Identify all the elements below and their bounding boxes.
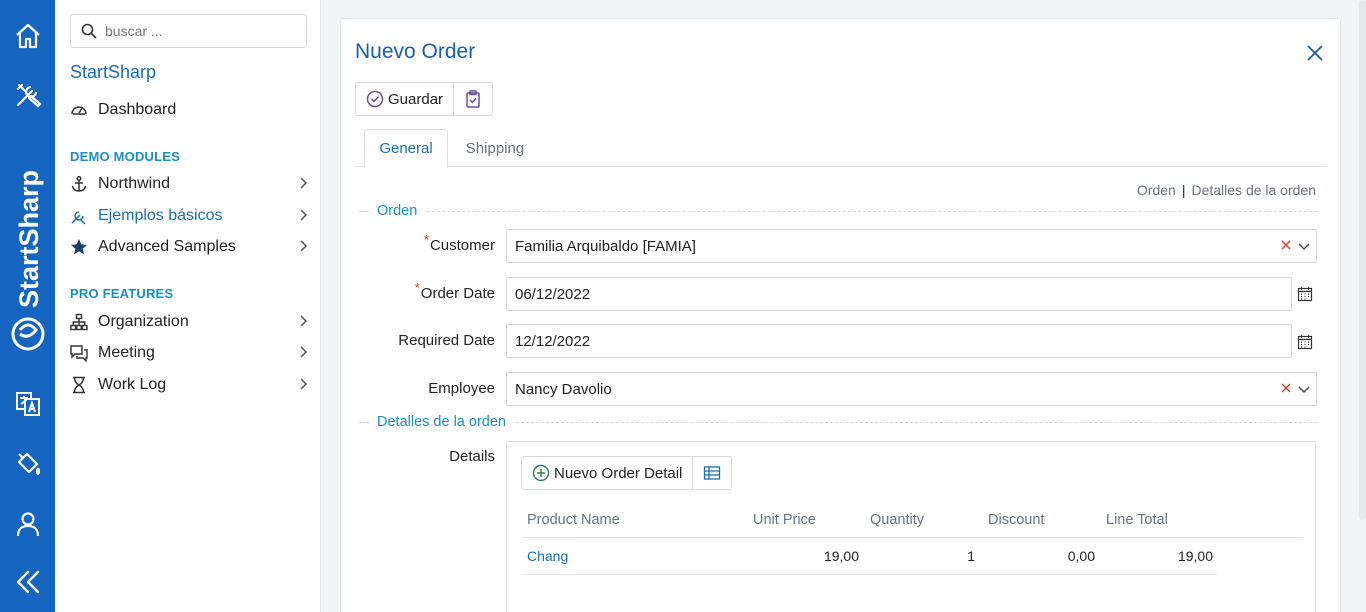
required-date-input[interactable]: 12/12/2022 (506, 324, 1292, 358)
col-product-name[interactable]: Product Name (527, 512, 620, 528)
calendar-icon[interactable] (1297, 334, 1313, 350)
paint-bucket-icon[interactable] (0, 443, 55, 483)
col-line-total[interactable]: Line Total (1106, 512, 1168, 528)
wrench-icon (70, 205, 92, 227)
sidebar-item-work-log[interactable]: Work Log (70, 372, 310, 398)
sidebar-item-label: Work Log (98, 376, 167, 393)
grid-header: Product Name Unit Price Quantity Discoun… (523, 510, 1303, 538)
sidebar-item-advanced-samples[interactable]: Advanced Samples (70, 234, 310, 260)
search-input[interactable] (105, 23, 295, 39)
tools-icon[interactable] (0, 75, 55, 115)
fieldset-title: Detalles de la orden (377, 414, 506, 430)
col-unit-price[interactable]: Unit Price (753, 512, 816, 528)
table-icon (704, 466, 721, 480)
chevron-right-icon (300, 315, 308, 327)
table-row[interactable]: Chang 19,00 1 0,00 19,00 (523, 539, 1217, 575)
order-date-label: *Order Date (414, 280, 495, 302)
add-order-detail-button[interactable]: Nuevo Order Detail (522, 457, 692, 489)
sidebar-item-dashboard[interactable]: Dashboard (70, 97, 310, 123)
sidebar-item-northwind[interactable]: Northwind (70, 171, 310, 197)
anchor-icon (70, 173, 92, 195)
employee-select[interactable]: Nancy Davolio (506, 372, 1317, 406)
star-icon (70, 236, 92, 258)
clear-icon[interactable] (1280, 382, 1292, 394)
section-links: Orden | Detalles de la orden (1136, 182, 1316, 198)
user-icon[interactable] (0, 504, 55, 544)
chevron-right-icon (300, 346, 308, 358)
sidebar-item-organization[interactable]: Organization (70, 309, 310, 335)
chevron-down-icon[interactable] (1298, 384, 1310, 394)
collapse-icon[interactable] (0, 562, 55, 602)
svg-text:StartSharp: StartSharp (14, 170, 44, 308)
sidebar: StartSharp Dashboard DEMO MODULES Northw… (55, 0, 321, 612)
details-label: Details (449, 448, 495, 465)
add-order-detail-label: Nuevo Order Detail (554, 464, 683, 482)
chevron-right-icon (300, 240, 308, 252)
cell-unit-price: 19,00 (823, 548, 859, 564)
cell-quantity: 1 (967, 548, 975, 564)
col-quantity[interactable]: Quantity (870, 512, 924, 528)
fieldset-orden: Orden (359, 203, 1317, 219)
customer-label: *Customer (423, 232, 495, 254)
cell-discount: 0,00 (1067, 548, 1095, 564)
clipboard-check-icon (466, 90, 480, 108)
search-icon (81, 23, 97, 39)
fieldset-title: Orden (377, 203, 418, 219)
column-picker-button[interactable] (693, 457, 731, 489)
dialog-toolbar: Guardar (355, 82, 494, 116)
close-icon[interactable] (1305, 43, 1325, 63)
chevron-down-icon[interactable] (1298, 241, 1310, 251)
sidebar-item-label: Dashboard (98, 101, 177, 118)
section-pro-features: PRO FEATURES (70, 286, 174, 301)
link-orden[interactable]: Orden (1137, 182, 1176, 198)
icon-rail: StartSharp (0, 0, 55, 612)
search-box[interactable] (70, 14, 307, 48)
sidebar-item-label: Northwind (98, 175, 171, 192)
link-detalles[interactable]: Detalles de la orden (1191, 182, 1316, 198)
sidebar-item-label: Ejemplos básicos (98, 207, 223, 224)
order-dialog: Nuevo Order Guardar General Shipping Ord… (340, 18, 1341, 612)
details-grid: Nuevo Order Detail Product Name Unit Pri… (506, 441, 1316, 612)
sidebar-item-basic-samples[interactable]: Ejemplos básicos (70, 203, 310, 229)
sidebar-item-label: Organization (98, 313, 189, 330)
cell-line-total: 19,00 (1177, 548, 1213, 564)
chevron-right-icon (300, 378, 308, 390)
save-label: Guardar (388, 90, 444, 108)
chevron-right-icon (300, 209, 308, 221)
calendar-icon[interactable] (1297, 286, 1313, 302)
dialog-tabs: General Shipping (355, 129, 1327, 168)
dialog-title: Nuevo Order (355, 40, 476, 63)
tab-shipping[interactable]: Shipping (448, 129, 542, 167)
chevron-right-icon (300, 177, 308, 189)
hourglass-icon (70, 374, 92, 396)
check-circle-icon (366, 90, 384, 108)
page-scrollbar[interactable] (1359, 0, 1366, 520)
sidebar-brand[interactable]: StartSharp (70, 62, 156, 83)
customer-select[interactable]: Familia Arquibaldo [FAMIA] (506, 229, 1317, 263)
chat-icon (70, 342, 92, 364)
fieldset-detalles: Detalles de la orden (359, 414, 1317, 430)
sitemap-icon (70, 311, 92, 333)
tab-general[interactable]: General (364, 129, 448, 168)
required-date-label: Required Date (398, 332, 495, 349)
clear-icon[interactable] (1280, 239, 1292, 251)
startsharp-vertical-logo: StartSharp (11, 170, 45, 351)
sidebar-item-label: Meeting (98, 344, 155, 361)
speedometer-icon (70, 99, 92, 121)
home-icon[interactable] (0, 16, 55, 56)
order-date-input[interactable]: 06/12/2022 (506, 277, 1292, 311)
apply-changes-button[interactable] (454, 83, 492, 115)
save-button[interactable]: Guardar (356, 83, 453, 115)
section-demo-modules: DEMO MODULES (70, 149, 181, 164)
translate-icon[interactable] (0, 384, 55, 424)
sidebar-item-meeting[interactable]: Meeting (70, 340, 310, 366)
employee-label: Employee (428, 380, 495, 397)
plus-circle-icon (532, 464, 550, 482)
col-discount[interactable]: Discount (988, 512, 1044, 528)
cell-product[interactable]: Chang (527, 548, 568, 564)
sidebar-item-label: Advanced Samples (98, 238, 236, 255)
details-toolbar: Nuevo Order Detail (521, 456, 733, 490)
